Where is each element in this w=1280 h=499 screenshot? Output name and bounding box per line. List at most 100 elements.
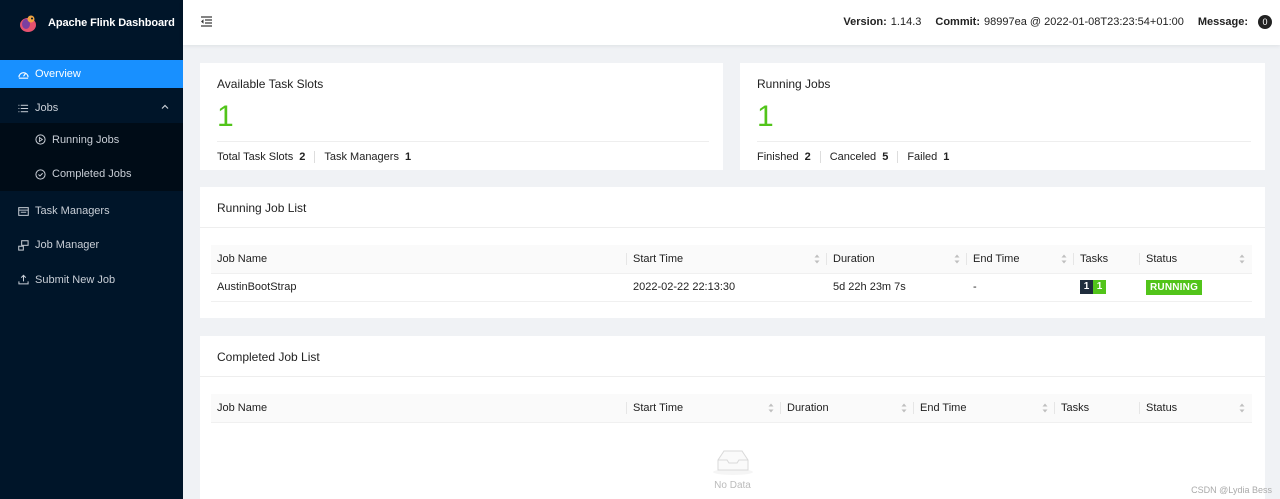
sidebar-item-label: Completed Jobs [52,168,132,181]
menu-fold-icon[interactable] [200,15,213,28]
task-slots-card: Available Task Slots 1 Total Task Slots … [200,63,723,170]
empty-text: No Data [714,480,751,491]
sidebar-item-completed-jobs[interactable]: Completed Jobs [0,157,183,191]
sidebar-item-label: Submit New Job [35,273,116,286]
job-name-cell: AustinBootStrap [211,273,627,302]
available-slots-value: 1 [217,100,234,133]
sidebar-item-jobs[interactable]: Jobs [0,94,183,122]
brand[interactable]: Apache Flink Dashboard [0,0,183,46]
divider [200,227,1265,228]
card-title: Completed Job List [217,350,320,364]
chevron-up-icon [161,104,169,110]
column-label: Tasks [1080,252,1109,265]
column-header-job-name[interactable]: Job Name [211,245,627,274]
stat-value: 2 [299,151,306,163]
running-jobs-table: Job Name Start Time Duration End Time Ta… [211,245,1252,302]
column-header-start-time[interactable]: Start Time [627,245,827,274]
sidebar-item-submit-new-job[interactable]: Submit New Job [0,266,183,294]
card-title: Running Jobs [757,77,831,91]
schedule-icon [17,205,29,217]
column-header-end-time[interactable]: End Time [967,245,1074,274]
message-count-badge[interactable]: 0 [1258,15,1272,29]
column-label: Start Time [633,401,684,414]
stat-value: 1 [404,151,412,163]
column-label: Duration [833,252,875,265]
sort-icon[interactable] [1061,253,1067,265]
play-circle-icon [34,134,46,146]
dashboard-icon [17,68,29,80]
watermark: CSDN @Lydia Bess [1191,485,1272,495]
column-header-status[interactable]: Status [1140,394,1252,423]
check-circle-icon [34,168,46,180]
sidebar-item-job-manager[interactable]: Job Manager [0,231,183,259]
table-header-row: Job Name Start Time Duration End Time Ta… [211,245,1252,274]
stat-value: 1 [943,151,950,163]
sidebar-item-label: Task Managers [35,205,110,218]
commit-value: 98997ea @ 2022-01-08T23:23:54+01:00 [984,16,1184,28]
card-title: Running Job List [217,201,307,215]
column-label: Job Name [217,252,268,265]
sort-icon[interactable] [814,253,820,265]
column-label: Duration [787,401,829,414]
sort-icon[interactable] [1239,402,1245,414]
slots-stats: Total Task Slots 2 Task Managers 1 [217,151,411,163]
stat-label: Total Task Slots [217,151,294,163]
top-header: Version: 1.14.3 Commit: 98997ea @ 2022-0… [183,0,1280,45]
divider [217,141,709,142]
column-header-duration[interactable]: Duration [781,394,914,423]
stat-label: Canceled [829,151,877,163]
sort-icon[interactable] [1239,253,1245,265]
task-count-badge: 1 [1080,280,1093,294]
column-label: End Time [920,401,967,414]
tasks-cell: 11 [1074,273,1140,302]
duration-cell: 5d 22h 23m 7s [827,273,967,302]
task-running-badge: 1 [1093,280,1106,294]
sort-icon[interactable] [768,402,774,414]
stat-label: Task Managers [324,151,399,163]
sidebar-item-running-jobs[interactable]: Running Jobs [0,123,183,157]
message-label: Message: [1197,16,1248,28]
column-header-status[interactable]: Status [1140,245,1252,274]
cluster-icon [17,239,29,251]
sort-icon[interactable] [1042,402,1048,414]
sidebar-item-label: Job Manager [35,239,100,252]
divider [757,141,1251,142]
column-label: End Time [973,252,1020,265]
column-header-duration[interactable]: Duration [827,245,967,274]
sidebar-item-task-managers[interactable]: Task Managers [0,197,183,225]
sidebar: Apache Flink Dashboard Overview Jobs Run… [0,0,183,499]
jobs-stats: Finished 2 Canceled 5 Failed 1 [757,151,949,163]
end-time-cell: - [967,273,1074,302]
column-header-end-time[interactable]: End Time [914,394,1055,423]
app-title: Apache Flink Dashboard [48,17,175,29]
sidebar-item-label: Jobs [35,102,59,115]
column-label: Status [1146,401,1178,414]
stat-label: Failed [907,151,938,163]
running-job-list-card: Running Job List Job Name Start Time Dur… [200,187,1265,318]
list-icon [17,102,29,114]
card-title: Available Task Slots [217,77,324,91]
column-label: Tasks [1061,401,1090,414]
column-header-start-time[interactable]: Start Time [627,394,781,423]
sort-icon[interactable] [901,402,907,414]
sidebar-item-overview[interactable]: Overview [0,60,183,88]
divider [200,376,1265,377]
commit-label: Commit: [935,16,980,28]
sort-icon[interactable] [954,253,960,265]
empty-state: No Data [200,446,1265,491]
column-label: Start Time [633,252,684,265]
stat-value: 5 [882,151,889,163]
column-label: Status [1146,252,1178,265]
running-jobs-card: Running Jobs 1 Finished 2 Canceled 5 Fai… [740,63,1265,170]
stat-value: 2 [804,151,811,163]
running-jobs-value: 1 [757,100,774,133]
table-header-row: Job Name Start Time Duration End Time Ta… [211,394,1252,423]
table-row[interactable]: AustinBootStrap 2022-02-22 22:13:30 5d 2… [211,273,1252,302]
version-value: 1.14.3 [890,16,922,28]
stat-label: Finished [757,151,799,163]
column-header-job-name[interactable]: Job Name [211,394,627,423]
status-cell: RUNNING [1140,273,1252,302]
jobs-submenu: Running Jobs Completed Jobs [0,122,183,192]
upload-icon [17,274,29,286]
empty-inbox-icon [712,450,753,475]
